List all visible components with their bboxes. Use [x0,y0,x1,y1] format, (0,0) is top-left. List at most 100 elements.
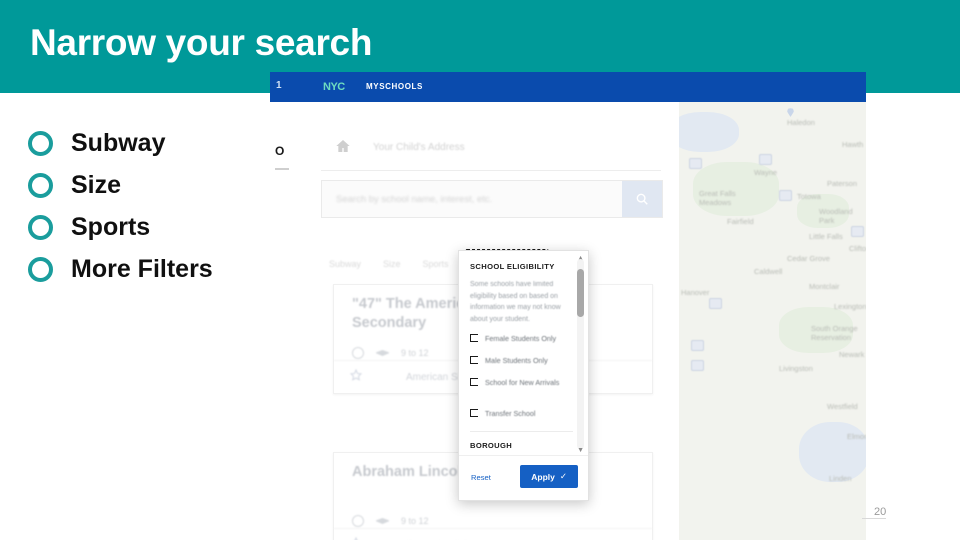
map-label: Caldwell [754,267,783,276]
favorite-star-icon[interactable] [350,536,362,540]
circle-bullet-icon [28,130,53,156]
home-icon [335,138,351,159]
map-pane[interactable]: Haledon Hawth Wayne Paterson Great Falls… [679,102,866,540]
checkbox-icon [470,378,478,386]
route-shield-icon [689,158,702,169]
apply-label: Apply [531,471,555,482]
scrollbar-thumb[interactable] [577,269,584,317]
favorite-star-icon[interactable] [349,368,363,386]
map-water-area [799,422,866,482]
circle-bullet-icon [28,256,53,282]
map-label: Paterson [827,179,858,188]
map-label: Hawth [842,140,864,149]
checkbox-label: Male Students Only [485,356,548,365]
address-field[interactable]: Your Child's Address [321,126,661,171]
map-label: Newark [839,350,865,359]
map-label: Cedar Grove [787,254,830,263]
chip-subway[interactable]: Subway [323,256,367,272]
dropdown-scroll-body: SCHOOL ELIGIBILITY Some schools have lim… [459,251,588,456]
brand-label: MYSCHOOLS [366,82,423,91]
map-pin-icon[interactable] [787,108,794,117]
map-water-area [679,112,739,152]
dropdown-scrollbar[interactable] [577,259,584,449]
map-label: Lexington [834,302,866,311]
checkbox-label: Transfer School [485,409,536,418]
map-label: Westfield [827,402,858,411]
chip-size[interactable]: Size [377,256,407,272]
route-shield-icon [691,340,704,351]
nyc-logo: NYC [323,81,345,93]
more-filters-dropdown: SCHOOL ELIGIBILITY Some schools have lim… [458,250,589,501]
map-label: Fairfield [727,217,754,226]
reset-button[interactable]: Reset [471,473,491,482]
rail-marker: O [275,144,285,158]
checkbox-icon [470,356,478,364]
section-description: Some schools have limited eligibility ba… [470,281,561,323]
bullet-label: Sports [71,212,151,241]
apply-button[interactable]: Apply ✓ [520,465,578,488]
embedded-screenshot: 1 NYC MYSCHOOLS O Your Child's Address S… [270,72,866,540]
bullet-label: More Filters [71,254,213,283]
grade-range: 9 to 12 [401,516,429,526]
checkbox-icon [470,409,478,417]
divider [470,431,573,432]
checkbox-transfer-school[interactable]: Transfer School [470,408,577,419]
list-item: Subway [28,122,278,164]
page-number: 20 [874,506,887,518]
app-topbar: 1 NYC MYSCHOOLS [270,72,866,102]
map-label: Livingston [779,364,813,373]
list-item: Sports [28,206,278,248]
rail-divider [275,168,289,170]
search-placeholder: Search by school name, interest, etc. [336,194,493,205]
graduation-cap-icon [376,350,389,356]
route-shield-icon [759,154,772,165]
accessibility-icon [352,515,364,527]
section-title-school-eligibility: SCHOOL ELIGIBILITY [470,262,555,271]
route-shield-icon [851,226,864,237]
graduation-cap-icon [376,518,389,524]
checkbox-school-for-new-arrivals[interactable]: School for New Arrivals [470,377,577,388]
map-label: Hanover [681,288,710,297]
checkbox-label: School for New Arrivals [485,378,560,387]
route-shield-icon [709,298,722,309]
map-label: Elmora [847,432,866,441]
search-input[interactable]: Search by school name, interest, etc. [321,180,663,218]
checkbox-label: Female Students Only [485,334,557,343]
list-item: Size [28,164,278,206]
dropdown-footer: Reset Apply ✓ [459,455,588,500]
map-label: Wayne [754,168,778,177]
checkbox-male-students-only[interactable]: Male Students Only [470,355,577,366]
school-meta: 9 to 12 [352,347,429,359]
footer-rule [862,518,886,519]
map-label: Haledon [787,118,815,127]
list-item: More Filters [28,248,278,290]
map-label: Totowa [797,192,821,201]
scroll-down-arrow-icon[interactable]: ▼ [577,447,584,454]
search-button[interactable] [622,181,662,217]
map-label: Clifton [849,244,866,253]
map-label: South Orange Reservation [811,324,858,342]
school-meta: 9 to 12 [352,515,429,527]
section-title-borough: BOROUGH [470,441,513,450]
map-label: Montclair [809,282,840,291]
bullet-label: Subway [71,128,166,157]
left-rail: O [270,102,302,540]
bullet-list: Subway Size Sports More Filters [28,122,278,290]
address-placeholder: Your Child's Address [373,142,465,153]
checkbox-female-students-only[interactable]: Female Students Only [470,333,577,344]
grade-range: 9 to 12 [401,348,429,358]
chip-sports[interactable]: Sports [417,256,455,272]
card-footer: Computer Science [334,528,652,540]
checkbox-icon [470,334,478,342]
map-label: Great Falls Meadows [699,189,736,207]
map-label: Woodland Park [819,207,853,225]
map-label: Little Falls [809,232,843,241]
bullet-label: Size [71,170,122,199]
check-icon: ✓ [559,471,567,481]
route-shield-icon [779,190,792,201]
map-label: Linden [829,474,852,483]
accessibility-icon [352,347,364,359]
page-title: Narrow your search [30,22,373,63]
route-shield-icon [691,360,704,371]
circle-bullet-icon [28,172,53,198]
